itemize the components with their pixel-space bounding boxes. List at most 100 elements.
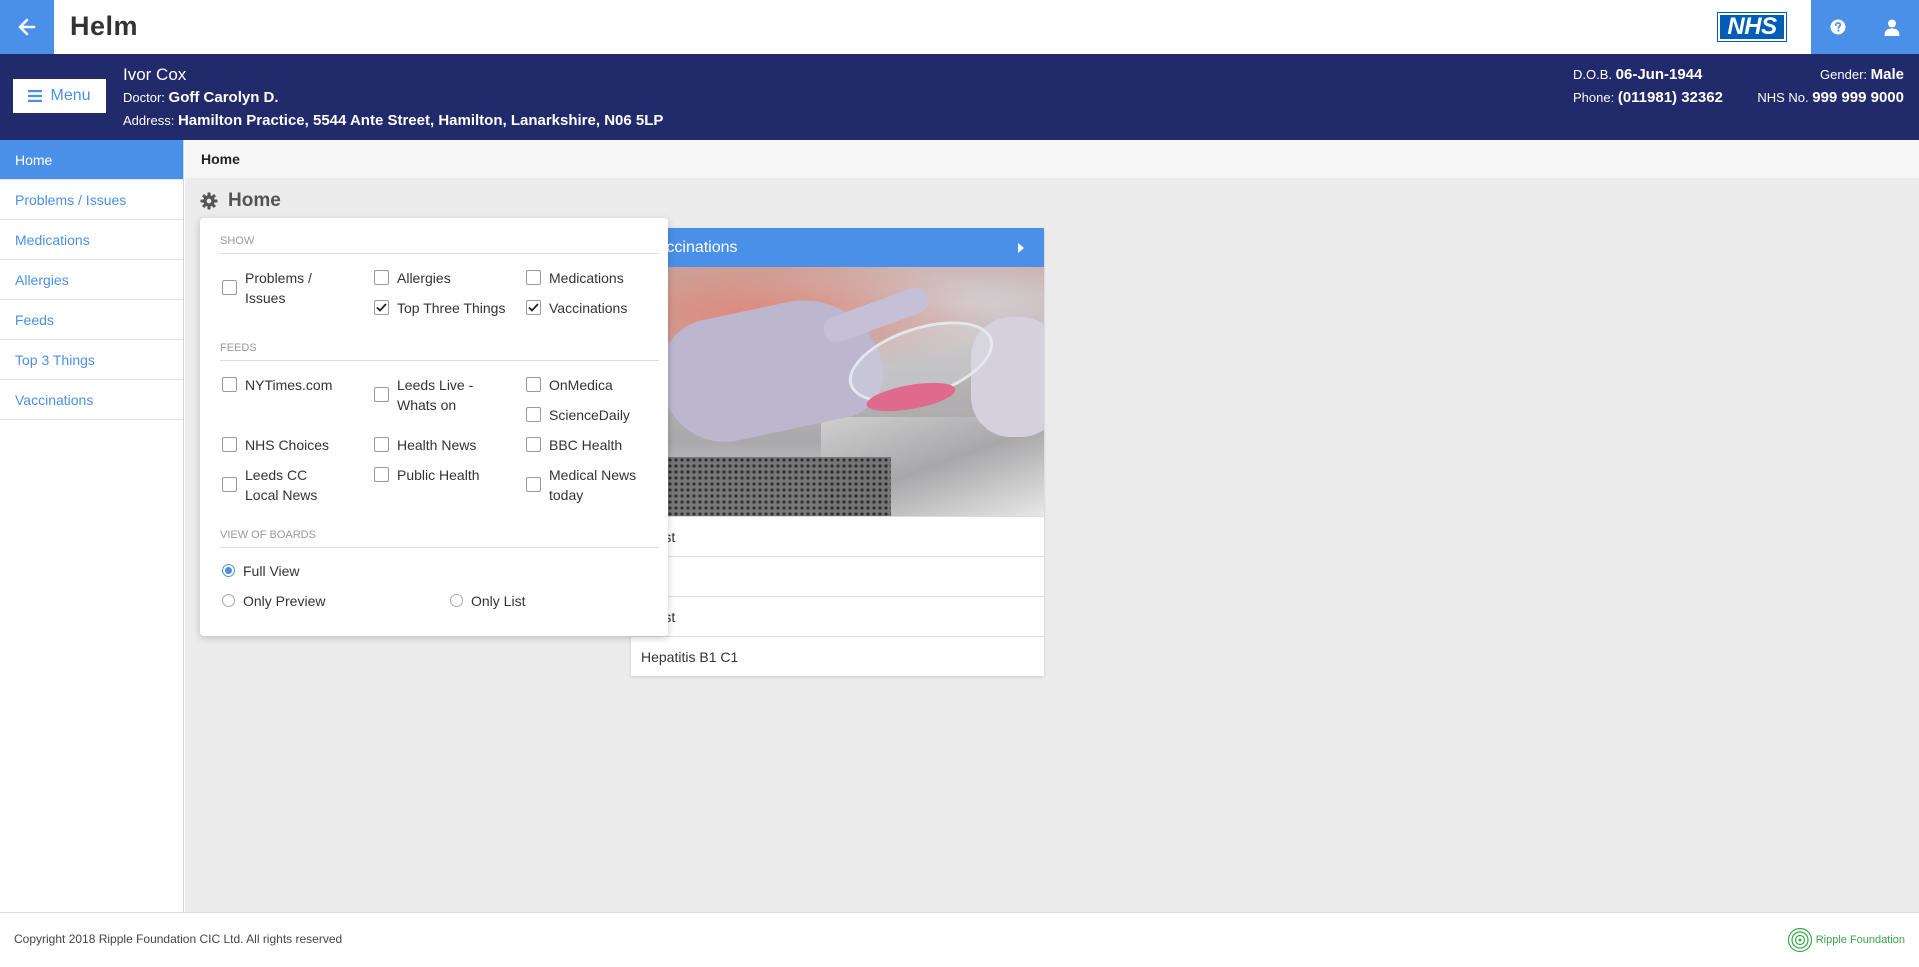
checkmark-icon (376, 303, 387, 312)
sidebar-item-problems-issues[interactable]: Problems / Issues (0, 180, 183, 220)
ripple-foundation-logo[interactable]: Ripple Foundation (1787, 927, 1905, 953)
feed-onmedica-checkbox[interactable] (526, 377, 541, 392)
show-problems-checkbox[interactable] (222, 280, 237, 295)
feed-onmedica-option[interactable]: OnMedica (526, 375, 613, 395)
feed-bbc-health-checkbox[interactable] (526, 437, 541, 452)
list-item[interactable]: 3 test (631, 596, 1044, 636)
show-top-three-option[interactable]: Top Three Things (374, 298, 505, 318)
divider (220, 547, 659, 548)
arrow-left-icon (18, 18, 36, 36)
view-full-radio[interactable] (222, 564, 235, 577)
feed-medical-news-option[interactable]: Medical News today (526, 465, 651, 505)
feed-bbc-health-option[interactable]: BBC Health (526, 435, 622, 455)
list-item[interactable]: 2 (631, 556, 1044, 596)
menu-button-label: Menu (50, 87, 91, 104)
patient-dob: D.O.B. 06-Jun-1944 (1573, 66, 1702, 83)
view-preview-option[interactable]: Only Preview (222, 591, 325, 611)
gender-label: Gender: (1820, 67, 1868, 82)
footer: Copyright 2018 Ripple Foundation CIC Ltd… (0, 912, 1919, 967)
sidebar-item-top-3-things[interactable]: Top 3 Things (0, 340, 183, 380)
feed-public-health-checkbox[interactable] (374, 467, 389, 482)
question-icon (1830, 19, 1846, 35)
show-allergies-checkbox[interactable] (374, 270, 389, 285)
phone-label: Phone: (1573, 90, 1615, 105)
list-item[interactable]: Hepatitis B1 C1 (631, 636, 1044, 676)
sidebar-item-medications[interactable]: Medications (0, 220, 183, 260)
checkmark-icon (528, 303, 539, 312)
feed-nhs-choices-option[interactable]: NHS Choices (222, 435, 329, 455)
user-icon (1884, 19, 1900, 36)
feed-sciencedaily-checkbox[interactable] (526, 407, 541, 422)
feed-medical-news-checkbox[interactable] (526, 477, 541, 492)
show-section-title: SHOW (220, 235, 255, 247)
divider (220, 253, 659, 254)
view-full-option[interactable]: Full View (222, 561, 300, 581)
show-allergies-option[interactable]: Allergies (374, 268, 451, 288)
sidebar-item-vaccinations[interactable]: Vaccinations (0, 380, 183, 420)
dob-label: D.O.B. (1573, 67, 1613, 82)
user-button[interactable] (1865, 0, 1919, 54)
feed-leeds-live-checkbox[interactable] (374, 387, 389, 402)
top-bar: Helm NHS (0, 0, 1919, 54)
menu-button[interactable]: Menu (13, 79, 106, 113)
doctor-value: Goff Carolyn D. (168, 89, 279, 106)
page-title: Home (228, 190, 281, 211)
app-logo[interactable]: Helm (70, 11, 138, 42)
back-button[interactable] (0, 0, 54, 54)
feed-nytimes-option[interactable]: NYTimes.com (222, 375, 332, 395)
copyright-text: Copyright 2018 Ripple Foundation CIC Ltd… (14, 932, 343, 946)
help-button[interactable] (1811, 0, 1865, 54)
patient-doctor: Doctor: Goff Carolyn D. (123, 89, 279, 106)
nhs-logo: NHS (1717, 12, 1787, 42)
dob-value: 06-Jun-1944 (1615, 66, 1703, 83)
feed-health-news-option[interactable]: Health News (374, 435, 476, 455)
settings-popover: SHOW Problems / Issues Allergies Medicat… (200, 218, 668, 636)
view-preview-radio[interactable] (222, 594, 235, 607)
feed-leeds-cc-option[interactable]: Leeds CC Local News (222, 465, 342, 505)
caret-right-icon (1018, 243, 1024, 253)
feed-leeds-cc-checkbox[interactable] (222, 477, 237, 492)
show-top-three-checkbox[interactable] (374, 300, 389, 315)
page-header: Home (199, 190, 281, 212)
show-vaccinations-checkbox[interactable] (526, 300, 541, 315)
patient-address: Address: Hamilton Practice, 5544 Ante St… (123, 112, 663, 129)
show-medications-option[interactable]: Medications (526, 268, 624, 288)
hamburger-icon (28, 90, 43, 102)
breadcrumb: Home (185, 140, 1919, 178)
sidebar-item-allergies[interactable]: Allergies (0, 260, 183, 300)
nhs-number-value: 999 999 9000 (1812, 89, 1904, 106)
view-list-option[interactable]: Only List (450, 591, 525, 611)
feed-leeds-live-option[interactable]: Leeds Live - Whats on (374, 375, 494, 415)
ripple-brand-text: Ripple Foundation (1815, 934, 1905, 946)
patient-name: Ivor Cox (123, 65, 187, 84)
feed-nytimes-checkbox[interactable] (222, 377, 237, 392)
nhs-number-label: NHS No. (1757, 90, 1809, 105)
address-value: Hamilton Practice, 5544 Ante Street, Ham… (177, 112, 664, 129)
board-header[interactable]: Vaccinations (631, 228, 1044, 267)
doctor-label: Doctor: (123, 90, 165, 105)
patient-banner: Menu Ivor Cox Doctor: Goff Carolyn D. Ad… (0, 54, 1919, 140)
show-problems-option[interactable]: Problems / Issues (222, 268, 342, 308)
show-vaccinations-option[interactable]: Vaccinations (526, 298, 627, 318)
gender-value: Male (1870, 66, 1904, 83)
gear-icon (200, 192, 218, 210)
patient-nhs-number: NHS No. 999 999 9000 (1757, 89, 1904, 106)
view-list-radio[interactable] (450, 594, 463, 607)
view-section-title: VIEW OF BOARDS (220, 529, 316, 541)
feed-public-health-option[interactable]: Public Health (374, 465, 480, 485)
sidebar: Home Problems / Issues Medications Aller… (0, 140, 184, 912)
phone-value: (011981) 32362 (1617, 89, 1723, 106)
divider (220, 360, 659, 361)
patient-phone: Phone: (011981) 32362 (1573, 89, 1723, 106)
feed-nhs-choices-checkbox[interactable] (222, 437, 237, 452)
ripple-logo-icon (1787, 927, 1812, 953)
feed-sciencedaily-option[interactable]: ScienceDaily (526, 405, 630, 425)
sidebar-item-home[interactable]: Home (0, 140, 183, 180)
settings-button[interactable] (199, 191, 219, 211)
vaccinations-board: Vaccinations 1 test 2 3 test Hepatitis B… (631, 228, 1044, 676)
board-image (631, 267, 1044, 516)
show-medications-checkbox[interactable] (526, 270, 541, 285)
sidebar-item-feeds[interactable]: Feeds (0, 300, 183, 340)
feed-health-news-checkbox[interactable] (374, 437, 389, 452)
list-item[interactable]: 1 test (631, 516, 1044, 556)
